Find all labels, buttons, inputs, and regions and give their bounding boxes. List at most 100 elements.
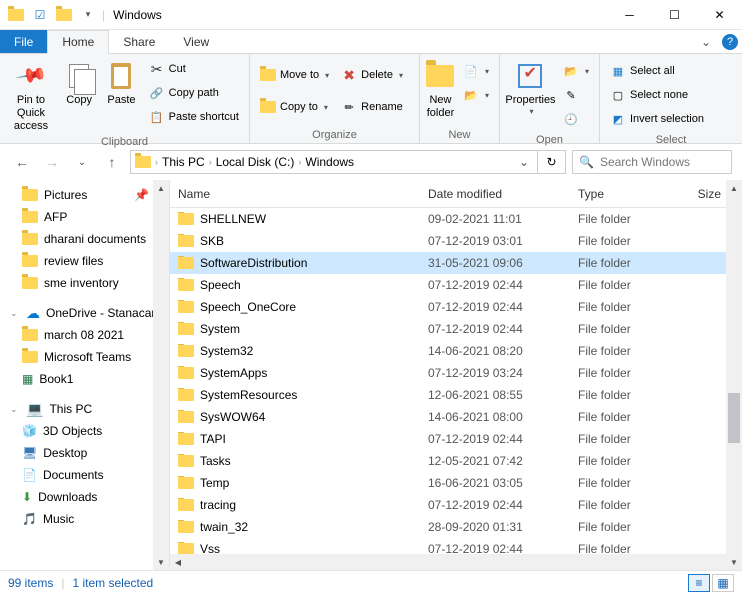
crumb-thispc[interactable]: This PC <box>162 155 205 169</box>
close-button[interactable]: ✕ <box>697 0 742 30</box>
col-name[interactable]: Name <box>170 187 420 201</box>
address-dropdown-icon[interactable]: ⌄ <box>515 155 533 169</box>
sidebar-item-desktop[interactable]: 🖥Desktop <box>0 442 169 464</box>
table-row[interactable]: SHELLNEW09-02-2021 11:01File folder <box>170 208 742 230</box>
move-to-button[interactable]: Move to▾ <box>258 64 331 86</box>
table-row[interactable]: TAPI07-12-2019 02:44File folder <box>170 428 742 450</box>
chevron-right-icon[interactable]: ⌄ <box>10 308 20 319</box>
copy-to-button[interactable]: Copy to▾ <box>258 96 331 118</box>
sidebar-item-pictures[interactable]: Pictures📌 <box>0 184 169 206</box>
copy-button[interactable]: Copy <box>58 56 100 107</box>
invert-selection-button[interactable]: ◩Invert selection <box>608 108 706 130</box>
edit-icon: ✎ <box>563 87 579 103</box>
open-button[interactable]: 📂▾ <box>561 60 591 82</box>
sidebar-item-dharani[interactable]: dharani documents <box>0 228 169 250</box>
sidebar-item-book1[interactable]: ▦Book1 <box>0 368 169 390</box>
scroll-down-icon[interactable]: ▼ <box>153 554 169 570</box>
properties-button[interactable]: Properties ▾ <box>504 56 557 117</box>
recent-dropdown[interactable]: ⌄ <box>70 150 94 174</box>
qat-dropdown-icon[interactable]: ▾ <box>78 5 98 25</box>
scroll-left-icon[interactable]: ◀ <box>170 554 186 570</box>
content-vscrollbar[interactable]: ▲ ▼ <box>726 180 742 570</box>
rename-button[interactable]: ✏Rename <box>339 96 405 118</box>
scroll-up-icon[interactable]: ▲ <box>153 180 169 196</box>
scroll-down-icon[interactable]: ▼ <box>726 554 742 570</box>
breadcrumb[interactable]: › This PC › Local Disk (C:) › Windows ⌄ <box>130 150 538 174</box>
thumbnails-view-button[interactable]: ▦ <box>712 574 734 592</box>
folder-icon <box>178 301 194 313</box>
sidebar-item-afp[interactable]: AFP <box>0 206 169 228</box>
sidebar-item-thispc[interactable]: ⌄💻This PC <box>0 398 169 420</box>
table-row[interactable]: SKB07-12-2019 03:01File folder <box>170 230 742 252</box>
help-button[interactable]: ? <box>718 30 742 53</box>
table-row[interactable]: Speech07-12-2019 02:44File folder <box>170 274 742 296</box>
table-row[interactable]: Tasks12-05-2021 07:42File folder <box>170 450 742 472</box>
sidebar-item-onedrive[interactable]: ⌄☁OneDrive - Stanacard <box>0 302 169 324</box>
sidebar-scrollbar[interactable]: ▲ ▼ <box>153 180 169 570</box>
history-button[interactable]: 🕘 <box>561 108 591 130</box>
sidebar-item-downloads[interactable]: ⬇Downloads <box>0 486 169 508</box>
up-button[interactable]: ↑ <box>100 150 124 174</box>
folder-icon <box>178 279 194 291</box>
back-button[interactable]: ← <box>10 150 34 174</box>
paste-button[interactable]: Paste <box>100 56 142 107</box>
group-label-open: Open <box>500 134 599 148</box>
new-folder-button[interactable]: New folder <box>424 56 457 120</box>
qat-checkbox-icon[interactable]: ☑ <box>30 5 50 25</box>
select-none-button[interactable]: ▢Select none <box>608 84 706 106</box>
sidebar-item-music[interactable]: 🎵Music <box>0 508 169 530</box>
sidebar-item-review[interactable]: review files <box>0 250 169 272</box>
tab-home[interactable]: Home <box>47 30 109 54</box>
table-row[interactable]: tracing07-12-2019 02:44File folder <box>170 494 742 516</box>
refresh-button[interactable]: ↻ <box>538 150 566 174</box>
sidebar-item-march[interactable]: march 08 2021 <box>0 324 169 346</box>
tab-file[interactable]: File <box>0 30 47 53</box>
folder-icon <box>178 433 194 445</box>
excel-icon: ▦ <box>22 372 33 386</box>
new-item-button[interactable]: 📄▾ <box>461 60 491 82</box>
sidebar-item-3dobjects[interactable]: 🧊3D Objects <box>0 420 169 442</box>
paste-shortcut-button[interactable]: 📋Paste shortcut <box>147 106 241 128</box>
chevron-right-icon[interactable]: › <box>207 157 214 167</box>
table-row[interactable]: System3214-06-2021 08:20File folder <box>170 340 742 362</box>
collapse-ribbon-icon[interactable]: ⌄ <box>694 30 718 53</box>
table-row[interactable]: System07-12-2019 02:44File folder <box>170 318 742 340</box>
table-row[interactable]: SystemApps07-12-2019 03:24File folder <box>170 362 742 384</box>
chevron-right-icon[interactable]: › <box>153 157 160 167</box>
scroll-up-icon[interactable]: ▲ <box>726 180 742 196</box>
col-date[interactable]: Date modified <box>420 187 570 201</box>
cut-button[interactable]: ✂Cut <box>147 58 241 80</box>
content-hscrollbar[interactable]: ◀ ▶ <box>170 554 742 570</box>
easy-access-button[interactable]: 📂▾ <box>461 84 491 106</box>
table-row[interactable]: SysWOW6414-06-2021 08:00File folder <box>170 406 742 428</box>
sidebar-item-documents[interactable]: 📄Documents <box>0 464 169 486</box>
search-input[interactable]: 🔍 Search Windows <box>572 150 732 174</box>
table-row[interactable]: Vss07-12-2019 02:44File folder <box>170 538 742 554</box>
delete-button[interactable]: ✖Delete▾ <box>339 64 405 86</box>
chevron-right-icon[interactable]: ⌄ <box>10 404 20 415</box>
copy-path-button[interactable]: 🔗Copy path <box>147 82 241 104</box>
crumb-disk[interactable]: Local Disk (C:) <box>216 155 295 169</box>
tab-share[interactable]: Share <box>109 30 169 53</box>
table-row[interactable]: Speech_OneCore07-12-2019 02:44File folde… <box>170 296 742 318</box>
folder-icon <box>54 5 74 25</box>
details-view-button[interactable]: ≡ <box>688 574 710 592</box>
select-all-button[interactable]: ▦Select all <box>608 60 706 82</box>
table-row[interactable]: Temp16-06-2021 03:05File folder <box>170 472 742 494</box>
table-row[interactable]: SystemResources12-06-2021 08:55File fold… <box>170 384 742 406</box>
table-row[interactable]: twain_3228-09-2020 01:31File folder <box>170 516 742 538</box>
edit-button[interactable]: ✎ <box>561 84 591 106</box>
pin-to-quick-access-button[interactable]: 📌 Pin to Quick access <box>4 56 58 134</box>
address-bar: ← → ⌄ ↑ › This PC › Local Disk (C:) › Wi… <box>0 144 742 180</box>
col-type[interactable]: Type <box>570 187 670 201</box>
crumb-folder[interactable]: Windows <box>305 155 354 169</box>
minimize-button[interactable]: ─ <box>607 0 652 30</box>
table-row[interactable]: SoftwareDistribution31-05-2021 09:06File… <box>170 252 742 274</box>
scroll-thumb[interactable] <box>728 393 740 443</box>
forward-button[interactable]: → <box>40 150 64 174</box>
tab-view[interactable]: View <box>169 30 223 53</box>
chevron-right-icon[interactable]: › <box>296 157 303 167</box>
sidebar-item-sme[interactable]: sme inventory <box>0 272 169 294</box>
maximize-button[interactable]: ☐ <box>652 0 697 30</box>
sidebar-item-teams[interactable]: Microsoft Teams <box>0 346 169 368</box>
